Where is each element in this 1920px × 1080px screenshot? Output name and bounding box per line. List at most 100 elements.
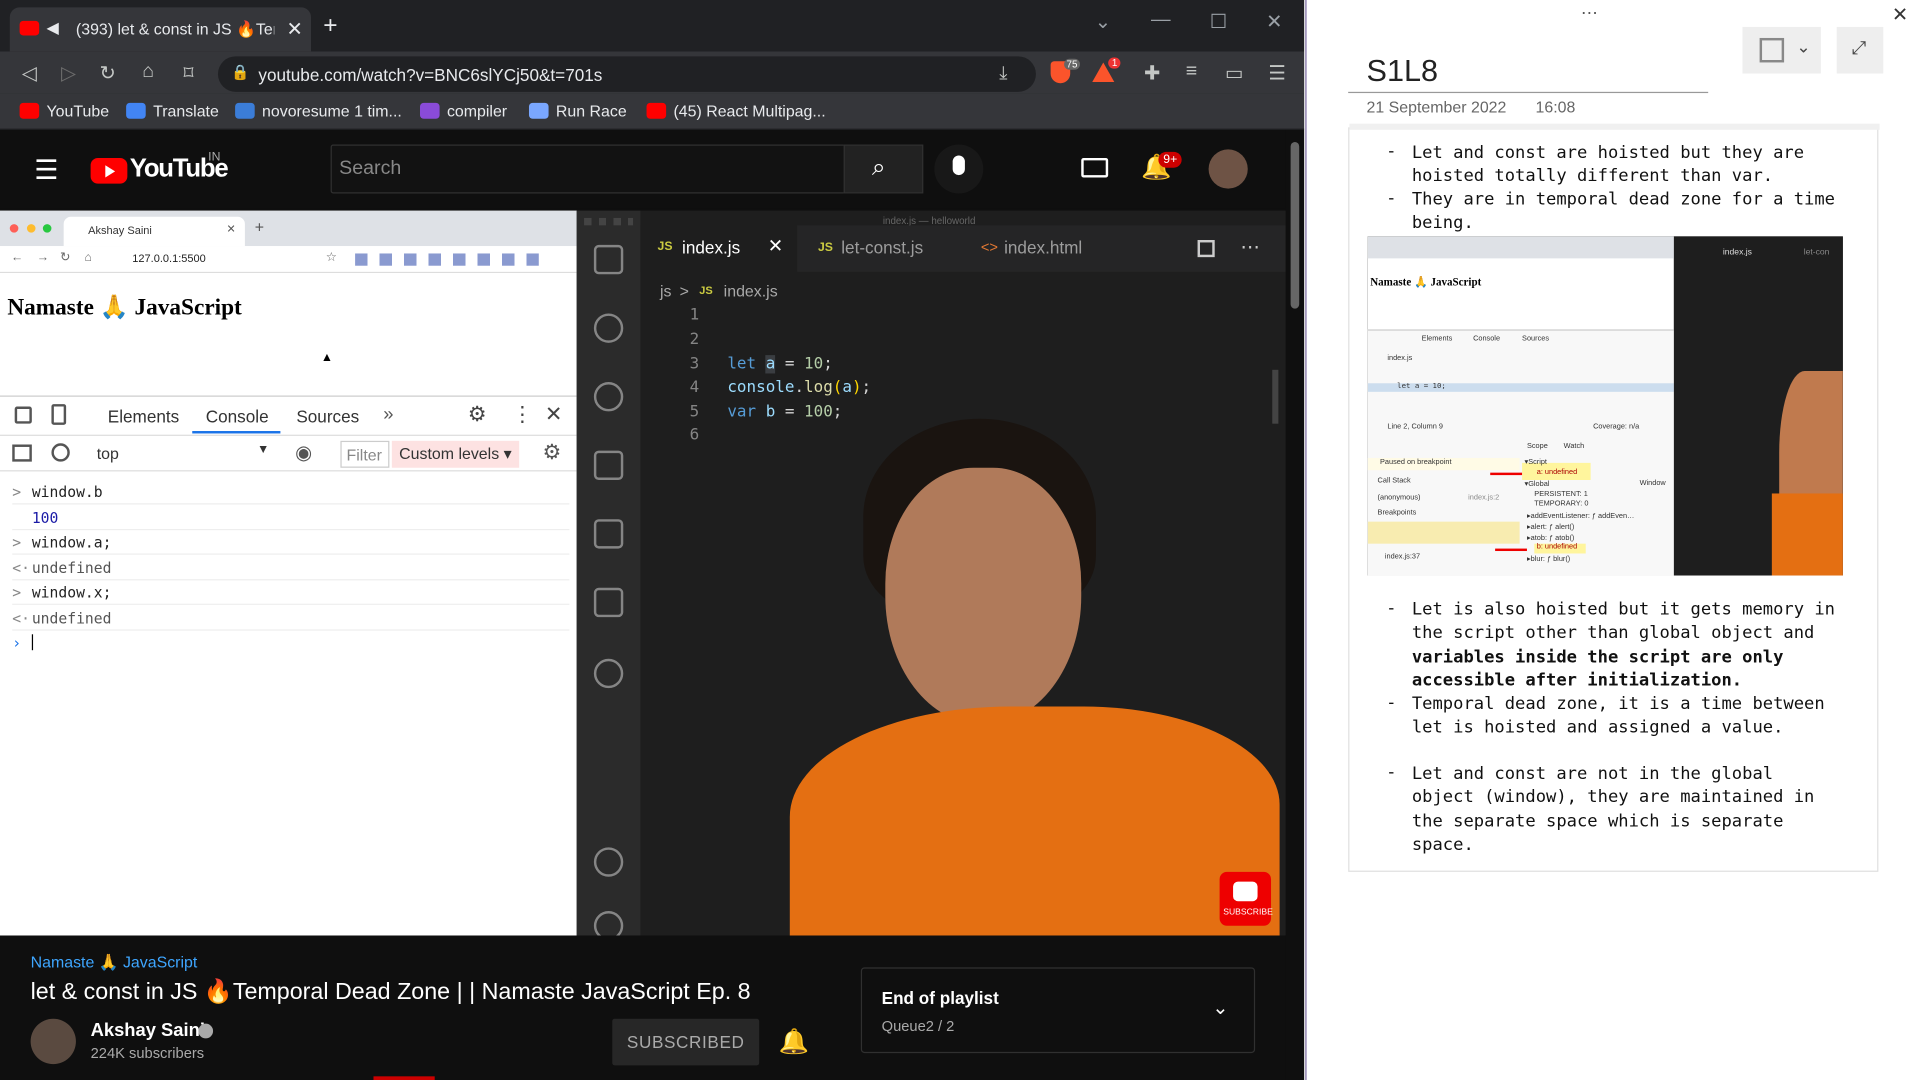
extensions-icon[interactable] [593, 587, 624, 618]
back-icon[interactable]: ◁ [17, 61, 41, 85]
device-toggle-icon[interactable] [51, 404, 67, 425]
more-options-icon[interactable]: ⋮ [512, 403, 533, 427]
note-paragraph-bold[interactable]: variables inside the script are only acc… [1412, 647, 1784, 695]
menu-icon[interactable]: ☰ [1265, 61, 1289, 85]
tab-index-html[interactable]: index.html [1004, 238, 1082, 258]
close-window-icon[interactable]: ✕ [1266, 10, 1282, 34]
editor-scrollbar[interactable] [1272, 369, 1279, 424]
channel-hashtag-link[interactable]: Namaste 🙏 JavaScript [31, 953, 198, 973]
playlist-queue: Queue2 / 2 [881, 1017, 955, 1035]
custom-levels-select[interactable]: Custom levels ▾ [391, 440, 519, 468]
bookmark-icon[interactable]: ⌑ [176, 61, 200, 85]
console-settings-icon[interactable]: ⚙ [542, 441, 561, 465]
note-container[interactable]: - Let and const are hoisted but they are… [1348, 123, 1880, 872]
source-control-icon[interactable] [593, 382, 624, 412]
search-input[interactable]: Search [330, 144, 845, 194]
bookmark-run-race[interactable]: Run Race [528, 102, 627, 120]
extensions-icon[interactable]: ✚ [1140, 61, 1164, 85]
home-icon[interactable]: ⌂ [136, 61, 160, 83]
console-prompt[interactable]: › [12, 631, 569, 655]
search-icon[interactable] [593, 313, 624, 343]
voice-search-button[interactable] [934, 144, 984, 194]
scrollbar-thumb[interactable] [1290, 142, 1300, 309]
subscribe-watermark[interactable]: SUBSCRIBE [1219, 871, 1273, 926]
notification-bell-icon[interactable]: 🔔 [779, 1026, 809, 1057]
chevron-down-icon[interactable]: ⌄ [1212, 996, 1228, 1020]
account-icon[interactable] [593, 847, 624, 877]
note-paragraph[interactable]: They are in temporal dead zone for a tim… [1412, 189, 1835, 237]
bookmark-react[interactable]: (45) React Multipag... [646, 102, 826, 120]
code-line-3[interactable]: let a = 10; [727, 355, 833, 374]
tab-console[interactable]: Console [206, 407, 269, 427]
bookmark-novoresume[interactable]: novoresume 1 tim... [235, 102, 402, 120]
browser-tab[interactable]: ◀ (393) let & const in JS 🔥Temp ✕ [9, 7, 312, 52]
img-script: ▾Script [1524, 459, 1547, 467]
clear-console-icon[interactable] [51, 443, 70, 462]
speaker-icon[interactable]: ◀ [47, 18, 59, 38]
context-select[interactable]: top [97, 444, 119, 462]
remote-explorer-icon[interactable] [593, 519, 624, 549]
tab-search-icon[interactable]: ⌄ [1095, 10, 1111, 34]
split-editor-icon[interactable] [1197, 240, 1215, 258]
bookmark-translate[interactable]: Translate [126, 102, 219, 120]
code-line-4[interactable]: console.log(a); [727, 378, 871, 396]
page-scrollbar[interactable] [1285, 129, 1305, 1080]
tab-sources[interactable]: Sources [296, 407, 359, 427]
explorer-icon[interactable] [593, 244, 624, 275]
maximize-icon[interactable]: ☐ [1210, 10, 1228, 34]
tab-elements[interactable]: Elements [108, 407, 179, 427]
breadcrumb-folder[interactable]: js [660, 282, 671, 300]
img-watch: Watch [1563, 443, 1585, 451]
new-tab-icon[interactable]: + [323, 12, 337, 40]
bookmark-youtube[interactable]: YouTube [19, 102, 110, 120]
note-paragraph[interactable]: Let is also hoisted but it gets memory i… [1412, 599, 1835, 647]
channel-avatar[interactable] [30, 1018, 76, 1065]
inner-tab-title: Akshay Saini [88, 224, 152, 237]
filter-input[interactable]: Filter [340, 440, 390, 468]
img-person-shirt [1771, 493, 1843, 576]
close-devtools-icon[interactable]: ✕ [545, 403, 562, 427]
manage-gear-icon[interactable] [593, 911, 624, 936]
page-title[interactable]: S1L8 [1367, 54, 1438, 90]
breadcrumb-file[interactable]: index.js [724, 282, 778, 300]
close-tab-icon[interactable]: ✕ [287, 17, 303, 41]
media-icon[interactable]: ≡ [1179, 61, 1203, 83]
expand-icon: ⤢ [1851, 37, 1867, 59]
expand-button[interactable]: ⤢ [1836, 26, 1884, 74]
img-callstack: Call Stack [1377, 477, 1411, 485]
close-window-icon[interactable]: ✕ [1892, 2, 1908, 26]
address-bar[interactable]: 🔒 youtube.com/watch?v=BNC6slYCj50&t=701s… [217, 56, 1036, 92]
bookmark-compiler[interactable]: compiler [420, 102, 507, 120]
note-paragraph[interactable]: Temporal dead zone, it is a time between… [1412, 693, 1825, 741]
close-tab-icon[interactable]: ✕ [768, 235, 783, 257]
eye-icon[interactable]: ◉ [295, 441, 312, 465]
avatar[interactable] [1208, 149, 1248, 189]
more-tabs-icon[interactable]: » [383, 404, 393, 425]
note-paragraph[interactable]: Let and const are hoisted but they are h… [1412, 142, 1804, 190]
tab-index-js[interactable]: JS index.js ✕ [640, 225, 798, 272]
install-icon[interactable]: ⤓ [999, 62, 1007, 83]
playlist-panel[interactable]: End of playlist Queue2 / 2 ⌄ [860, 967, 1256, 1054]
minimize-icon[interactable]: — [1151, 10, 1171, 32]
drag-handle-icon[interactable]: ⋯ [1581, 2, 1598, 23]
settings-icon[interactable]: ⚙ [468, 403, 487, 427]
git-graph-icon[interactable] [593, 658, 624, 689]
hamburger-menu-icon[interactable]: ☰ [34, 154, 58, 186]
wallet-icon[interactable]: ▭ [1222, 61, 1246, 85]
channel-name[interactable]: Akshay Saini [91, 1020, 205, 1041]
sidebar-toggle-icon[interactable] [12, 444, 32, 462]
forward-icon[interactable]: ▷ [56, 61, 80, 85]
tab-let-const-js[interactable]: let-const.js [841, 238, 923, 258]
line-number: 3 [689, 355, 700, 374]
run-debug-icon[interactable] [593, 450, 624, 481]
create-video-icon[interactable] [1081, 157, 1109, 178]
video-player[interactable]: Akshay Saini ✕ + ← → ↻ ⌂ 127.0.0.1:5500 … [0, 210, 1286, 936]
note-paragraph[interactable]: Let and const are not in the global obje… [1412, 763, 1815, 858]
reload-icon[interactable]: ↻ [96, 61, 120, 85]
search-button[interactable]: ⌕ [843, 144, 924, 194]
more-actions-icon[interactable]: ⋯ [1240, 235, 1260, 259]
notebook-switcher-button[interactable]: ⌄ [1742, 26, 1821, 74]
inspect-icon[interactable] [14, 406, 32, 424]
screenshot-image[interactable]: Namaste 🙏 JavaScript Elements Console So… [1367, 236, 1843, 576]
subscribed-button[interactable]: SUBSCRIBED [612, 1018, 760, 1066]
